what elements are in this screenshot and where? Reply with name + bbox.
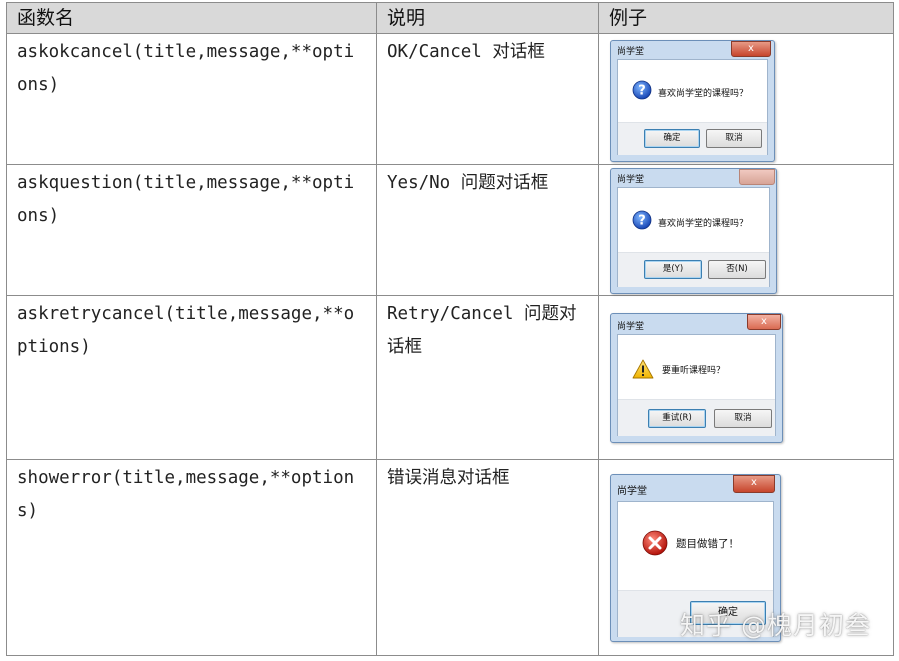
close-button[interactable]: x xyxy=(747,314,781,330)
close-button[interactable] xyxy=(739,169,775,185)
watermark: 知乎 @槐月初叁 xyxy=(680,611,871,640)
dialog-message: 喜欢尚学堂的课程吗？ xyxy=(658,89,749,99)
dialog-footer: 是(Y) 否(N) xyxy=(618,252,769,287)
question-icon: ? xyxy=(632,210,652,230)
retry-button[interactable]: 重试(R) xyxy=(648,409,706,428)
okcancel-dialog-example: 尚学堂 x ? 喜欢尚学堂的课程吗？ 确定 取消 xyxy=(610,40,775,162)
error-icon xyxy=(642,530,668,556)
dialog-footer: 重试(R) 取消 xyxy=(618,399,775,436)
function-signature: askokcancel(title,message,**options) xyxy=(17,42,355,95)
dialog-title: 尚学堂 xyxy=(617,486,647,497)
warning-icon xyxy=(632,359,654,379)
dialog-footer: 确定 取消 xyxy=(618,122,767,155)
close-button[interactable]: x xyxy=(733,475,775,493)
cancel-button[interactable]: 取消 xyxy=(706,129,762,148)
ok-button[interactable]: 确定 xyxy=(644,129,700,148)
dialog-message: 题目做错了！ xyxy=(676,538,739,550)
function-signature: askquestion(title,message,**options) xyxy=(17,173,355,226)
cancel-button[interactable]: 取消 xyxy=(714,409,772,428)
header-function-name: 函数名 xyxy=(6,2,377,34)
dialog-message: 喜欢尚学堂的课程吗？ xyxy=(658,219,749,229)
no-button[interactable]: 否(N) xyxy=(708,260,766,279)
dialog-title: 尚学堂 xyxy=(617,322,645,332)
dialog-title: 尚学堂 xyxy=(617,47,645,57)
function-description: Yes/No 问题对话框 xyxy=(387,173,549,193)
svg-text:?: ? xyxy=(638,214,646,229)
question-icon: ? xyxy=(632,80,652,100)
function-description: Retry/Cancel 问题对话框 xyxy=(387,304,577,357)
close-button[interactable]: x xyxy=(731,41,771,57)
table-header-row: 函数名 说明 例子 xyxy=(6,2,894,34)
header-description: 说明 xyxy=(376,2,599,34)
dialog-body: 要重听课程吗？ 重试(R) 取消 xyxy=(617,334,776,436)
dialog-message: 要重听课程吗？ xyxy=(662,366,726,376)
retrycancel-dialog-example: 尚学堂 x 要重听课程吗？ 重试(R) 取消 xyxy=(610,313,783,443)
yesno-dialog-example: 尚学堂 ? 喜欢尚学堂的课程吗？ 是(Y) 否(N) xyxy=(610,168,777,294)
header-example: 例子 xyxy=(598,2,894,34)
function-description: 错误消息对话框 xyxy=(387,468,510,488)
dialog-body: ? 喜欢尚学堂的课程吗？ 确定 取消 xyxy=(617,59,768,155)
function-description: OK/Cancel 对话框 xyxy=(387,42,545,62)
document-page: 函数名 说明 例子 askokcancel(title,message,**op… xyxy=(0,0,899,661)
function-signature: showerror(title,message,**options) xyxy=(17,468,355,521)
svg-text:?: ? xyxy=(638,84,646,99)
dialog-body: ? 喜欢尚学堂的课程吗？ 是(Y) 否(N) xyxy=(617,187,770,287)
yes-button[interactable]: 是(Y) xyxy=(644,260,702,279)
function-signature: askretrycancel(title,message,**options) xyxy=(17,304,355,357)
dialog-title: 尚学堂 xyxy=(617,175,645,185)
